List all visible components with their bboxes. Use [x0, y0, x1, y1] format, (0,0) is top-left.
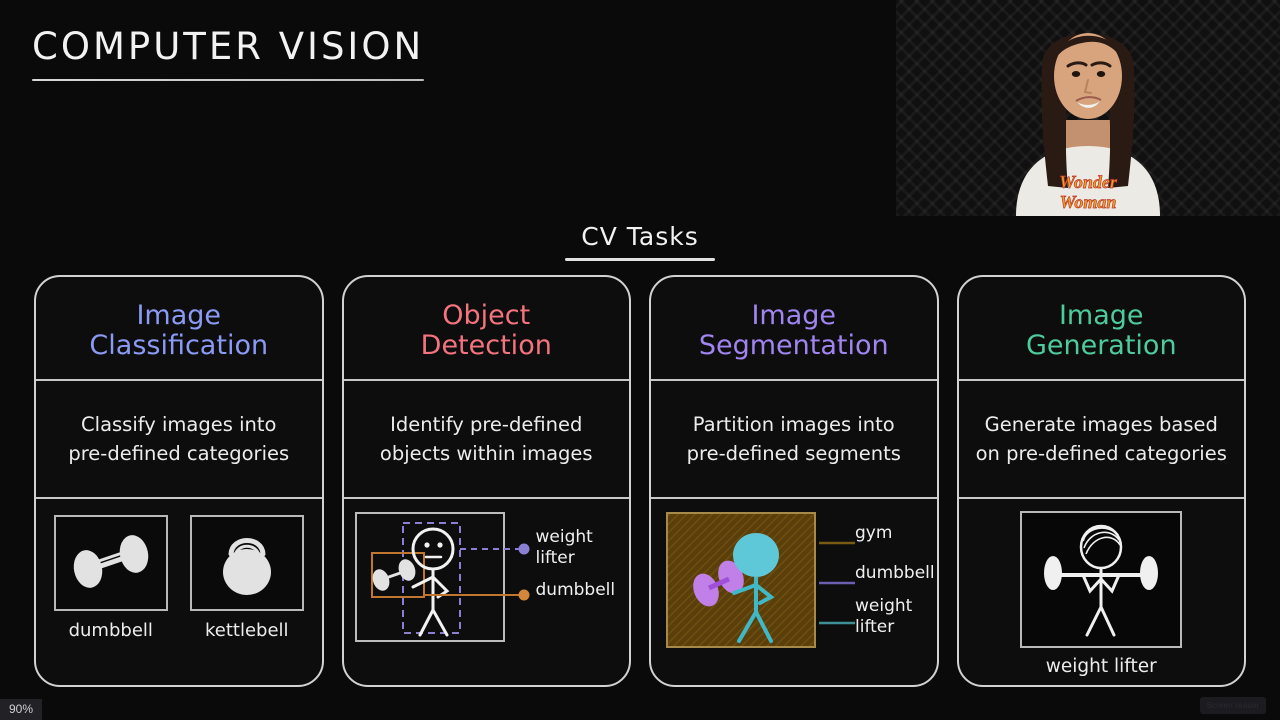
card-desc-line1: Classify images into: [81, 412, 277, 436]
thumb-label: kettlebell: [204, 620, 289, 641]
segmentation-legend-gym: gym: [855, 523, 892, 544]
zoom-level-indicator[interactable]: 90%: [0, 699, 43, 720]
page-title: COMPUTER VISION: [32, 25, 425, 68]
card-title-line2: Segmentation: [698, 330, 889, 361]
legend-dot-weight-lifter: [518, 543, 529, 555]
legend-item-dumbbell: dumbbell: [536, 580, 616, 601]
classification-thumb-dumbbell: dumbbell: [53, 515, 168, 641]
card-artwork-detection: weight lifter dumbbell: [344, 499, 630, 685]
shirt-text-line1: Wonder: [1059, 172, 1118, 192]
card-title-line1: Image: [751, 299, 837, 331]
screen-reader-button[interactable]: Screen reader: [1200, 697, 1266, 714]
section-underline: [565, 258, 715, 261]
card-artwork-generation: weight lifter: [959, 499, 1245, 685]
section-title: CV Tasks: [581, 222, 699, 251]
card-image-segmentation: Image Segmentation Partition images into…: [649, 275, 939, 687]
shirt-text-line2: Woman: [1060, 192, 1117, 212]
weightlifter-icon: [1044, 524, 1159, 636]
card-desc-line2: pre-defined categories: [68, 442, 290, 465]
legend-label-line1: dumbbell: [535, 580, 616, 600]
card-desc-line2: pre-defined segments: [686, 442, 901, 465]
segment-mask-person-head: [733, 533, 779, 577]
card-desc-line1: Identify pre-defined: [390, 412, 583, 436]
card-desc-line1: Generate images based: [984, 412, 1218, 436]
card-title-image-classification: Image Classification: [36, 277, 322, 379]
kettlebell-icon: [222, 538, 271, 595]
card-description-image-segmentation: Partition images into pre-defined segmen…: [651, 381, 937, 497]
title-block: COMPUTER VISION: [32, 25, 452, 81]
card-title-line2: Detection: [420, 330, 552, 361]
card-title-image-generation: Image Generation: [959, 277, 1245, 379]
card-title-object-detection: Object Detection: [344, 277, 630, 379]
card-desc-line2: objects within images: [379, 442, 593, 465]
card-description-object-detection: Identify pre-defined objects within imag…: [344, 381, 630, 497]
legend-item-weight-lifter: weight lifter: [536, 527, 593, 568]
presenter-video-overlay[interactable]: Wonder Woman: [896, 0, 1280, 216]
card-desc-line1: Partition images into: [692, 412, 895, 436]
dumbbell-icon: [73, 535, 149, 588]
card-image-generation: Image Generation Generate images based o…: [956, 275, 1246, 687]
legend-label-line1: weight: [855, 596, 913, 616]
card-object-detection: Object Detection Identify pre-defined ob…: [341, 275, 631, 687]
segmentation-legend-dumbbell: dumbbell: [855, 563, 935, 584]
legend-label-line2: lifter: [855, 616, 895, 637]
thumb-frame: [53, 515, 168, 611]
legend-dot-dumbbell: [518, 589, 529, 601]
segmentation-legend-weight-lifter: weight lifter: [855, 596, 912, 637]
cv-tasks-card-row: Image Classification Classify images int…: [34, 275, 1246, 687]
thumb-label: dumbbell: [68, 620, 153, 641]
legend-label-dumbbell: dumbbell: [855, 563, 935, 583]
card-title-line2: Generation: [1025, 330, 1177, 361]
card-artwork-segmentation: gym dumbbell weight lifter: [651, 499, 937, 685]
card-image-classification: Image Classification Classify images int…: [34, 275, 324, 687]
card-title-line1: Image: [136, 299, 222, 331]
slide-root: COMPUTER VISION CV Tasks Image Classific…: [0, 0, 1280, 720]
card-title-image-segmentation: Image Segmentation: [651, 277, 937, 379]
generated-image-frame: [1020, 511, 1183, 648]
presenter-figure: Wonder Woman: [1016, 33, 1160, 216]
legend-label-line1: weight: [535, 527, 593, 547]
classification-thumb-kettlebell: kettlebell: [189, 515, 304, 641]
legend-label-gym: gym: [855, 523, 893, 543]
card-description-image-generation: Generate images based on pre-defined cat…: [959, 381, 1245, 497]
section-heading-block: CV Tasks: [0, 222, 1280, 261]
title-underline: [32, 78, 424, 81]
card-desc-line2: on pre-defined categories: [975, 442, 1227, 465]
card-title-line2: Classification: [89, 330, 269, 361]
thumb-frame: [189, 515, 304, 611]
segmentation-diagram: [666, 512, 855, 648]
card-title-line1: Image: [1058, 299, 1144, 331]
card-title-line1: Object: [442, 299, 531, 331]
card-description-image-classification: Classify images into pre-defined categor…: [36, 381, 322, 497]
card-artwork-classification: dumbbell kettlebell: [36, 499, 322, 685]
generated-image-label: weight lifter: [1045, 656, 1157, 677]
legend-label-line2: lifter: [535, 547, 575, 568]
